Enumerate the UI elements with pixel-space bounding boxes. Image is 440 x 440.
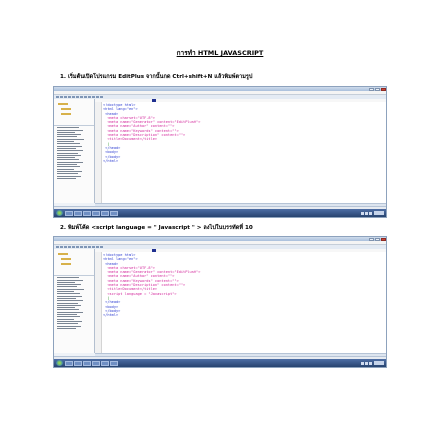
taskbar-app-icon xyxy=(74,210,82,216)
windows-taskbar xyxy=(54,359,386,367)
document-title: การทำ HTML JAVASCRIPT xyxy=(176,49,264,57)
code-lines: <!doctype html> <html lang="en"> <head> <… xyxy=(103,253,200,317)
maximize-icon xyxy=(375,87,380,91)
folder-icon xyxy=(61,263,71,265)
taskbar-app-icon xyxy=(65,210,73,216)
code-editor: <!doctype html> <html lang="en"> <head> <… xyxy=(95,102,386,203)
file-list xyxy=(54,277,94,329)
minimize-icon xyxy=(369,237,374,241)
folder-icon xyxy=(61,258,71,260)
step-1-label: 1. เริ่มต้นเปิดโปรแกรม EditPlus จากนั้นก… xyxy=(60,74,253,80)
taskbar-app-icon xyxy=(110,210,118,216)
step-2-label: 2. พิมพ์โค้ด <script language = " Javasc… xyxy=(60,225,253,231)
clock-icon xyxy=(374,361,384,365)
taskbar-app-icon xyxy=(92,210,100,216)
folder-icon xyxy=(58,253,68,255)
maximize-icon xyxy=(375,237,380,241)
start-button-icon xyxy=(56,360,63,366)
step-2-screenshot: <!doctype html> <html lang="en"> <head> <… xyxy=(53,236,387,368)
clock-icon xyxy=(374,211,384,215)
code-line: </html> xyxy=(103,313,119,318)
close-icon xyxy=(381,237,386,241)
directory-tree xyxy=(54,99,94,126)
start-button-icon xyxy=(56,210,63,216)
close-icon xyxy=(381,87,386,91)
code-editor: <!doctype html> <html lang="en"> <head> <… xyxy=(95,252,386,353)
system-tray xyxy=(360,361,384,365)
taskbar-app-icon xyxy=(101,360,109,366)
line-number-gutter xyxy=(95,252,102,353)
file-list xyxy=(54,127,94,179)
minimize-icon xyxy=(369,87,374,91)
file-browser-panel xyxy=(54,249,95,353)
taskbar-app-icon xyxy=(74,360,82,366)
taskbar-app-icon xyxy=(83,210,91,216)
folder-icon xyxy=(61,108,71,110)
taskbar-app-icon xyxy=(65,360,73,366)
taskbar-app-icon xyxy=(83,360,91,366)
line-number-gutter xyxy=(95,102,102,203)
directory-tree xyxy=(54,249,94,276)
taskbar-app-icon xyxy=(101,210,109,216)
code-line: </html> xyxy=(103,158,119,163)
taskbar-app-icon xyxy=(92,360,100,366)
step-1-screenshot: <!doctype html> <html lang="en"> <head> <… xyxy=(53,86,387,218)
windows-taskbar xyxy=(54,209,386,217)
system-tray xyxy=(360,211,384,215)
folder-icon xyxy=(58,103,68,105)
taskbar-app-icon xyxy=(110,360,118,366)
folder-icon xyxy=(61,113,71,115)
code-lines: <!doctype html> <html lang="en"> <head> <… xyxy=(103,103,200,163)
file-browser-panel xyxy=(54,99,95,203)
